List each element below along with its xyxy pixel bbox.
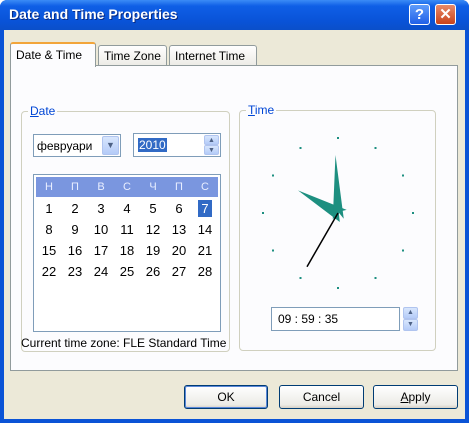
calendar-day[interactable]: 24 xyxy=(88,262,114,282)
calendar-day[interactable]: 18 xyxy=(114,241,140,261)
calendar-day[interactable]: 16 xyxy=(62,241,88,261)
weekday-label: В xyxy=(97,181,105,193)
calendar-day[interactable]: 9 xyxy=(62,220,88,240)
calendar-day[interactable]: 4 xyxy=(114,199,140,219)
current-timezone: Current time zone: FLE Standard Time xyxy=(21,336,227,350)
time-group: Time 09 : 59 : 35 ▲ ▼ xyxy=(239,103,436,351)
calendar-day[interactable]: 26 xyxy=(140,262,166,282)
ok-button[interactable]: OK xyxy=(184,385,268,409)
tab-panel: Date февруари ▼ 2010 ▲ ▼ НПВСЧПС 1234567… xyxy=(10,65,458,371)
calendar-day[interactable]: 17 xyxy=(88,241,114,261)
weekday-label: С xyxy=(201,181,209,193)
calendar-day[interactable]: 25 xyxy=(114,262,140,282)
tab-internet-time[interactable]: Internet Time xyxy=(169,45,257,66)
clock-tick xyxy=(299,277,302,279)
weekday-label: Ч xyxy=(149,181,157,193)
clock-tick xyxy=(374,277,377,279)
clock-tick xyxy=(272,174,274,177)
chevron-down-icon[interactable]: ▼ xyxy=(102,136,119,155)
spin-down-icon[interactable]: ▼ xyxy=(204,145,219,155)
help-button[interactable]: ? xyxy=(409,4,430,25)
calendar-day[interactable]: 23 xyxy=(62,262,88,282)
month-value: февруари xyxy=(37,139,93,153)
calendar-day[interactable]: 12 xyxy=(140,220,166,240)
dialog-body: Date & Time Time Zone Internet Time Date… xyxy=(4,30,465,419)
date-group: Date февруари ▼ 2010 ▲ ▼ НПВСЧПС 1234567… xyxy=(21,104,230,352)
clock-tick xyxy=(337,287,339,289)
analog-clock xyxy=(262,137,414,289)
calendar-day[interactable]: 19 xyxy=(140,241,166,261)
clock-tick xyxy=(412,212,414,214)
time-spin-up-icon[interactable]: ▲ xyxy=(403,307,418,319)
clock-tick xyxy=(337,137,339,139)
calendar-day[interactable]: 14 xyxy=(192,220,218,240)
minute-hand xyxy=(332,155,344,220)
calendar-day[interactable]: 20 xyxy=(166,241,192,261)
clock-tick xyxy=(374,147,377,149)
time-spinner[interactable]: 09 : 59 : 35 xyxy=(271,307,400,331)
dialog-window: Date and Time Properties ? ✕ Date & Time… xyxy=(0,0,469,423)
close-button[interactable]: ✕ xyxy=(435,4,456,25)
clock-tick xyxy=(402,174,404,177)
calendar-day[interactable]: 2 xyxy=(62,199,88,219)
calendar-weekday-header: НПВСЧПС xyxy=(36,177,218,197)
clock-tick xyxy=(262,212,264,214)
weekday-label: П xyxy=(175,181,183,193)
month-dropdown[interactable]: февруари ▼ xyxy=(33,134,121,157)
calendar-day[interactable]: 3 xyxy=(88,199,114,219)
weekday-label: Н xyxy=(45,181,53,193)
year-value: 2010 xyxy=(138,138,167,152)
time-value: 09 : 59 : 35 xyxy=(278,312,339,326)
time-spin-down-icon[interactable]: ▼ xyxy=(403,319,418,331)
clock-tick xyxy=(402,249,404,252)
date-group-label: Date xyxy=(28,104,58,118)
calendar-day[interactable]: 27 xyxy=(166,262,192,282)
apply-button[interactable]: Apply xyxy=(373,385,458,409)
weekday-label: С xyxy=(123,181,131,193)
tab-date-time[interactable]: Date & Time xyxy=(10,42,96,67)
calendar-day[interactable]: 11 xyxy=(114,220,140,240)
spin-up-icon[interactable]: ▲ xyxy=(204,135,219,145)
clock-tick xyxy=(272,249,274,252)
calendar-day[interactable]: 28 xyxy=(192,262,218,282)
calendar-day[interactable]: 13 xyxy=(166,220,192,240)
calendar-day[interactable]: 10 xyxy=(88,220,114,240)
calendar-day[interactable]: 1 xyxy=(36,199,62,219)
calendar-day[interactable]: 5 xyxy=(140,199,166,219)
time-group-label: Time xyxy=(246,103,277,117)
title-bar[interactable]: Date and Time Properties ? ✕ xyxy=(0,0,469,30)
clock-tick xyxy=(299,147,302,149)
tab-time-zone[interactable]: Time Zone xyxy=(98,45,167,66)
cancel-button[interactable]: Cancel xyxy=(279,385,364,409)
calendar-day[interactable]: 15 xyxy=(36,241,62,261)
calendar-day[interactable]: 22 xyxy=(36,262,62,282)
calendar-day[interactable]: 8 xyxy=(36,220,62,240)
calendar-day[interactable]: 21 xyxy=(192,241,218,261)
window-title: Date and Time Properties xyxy=(9,6,178,22)
second-hand xyxy=(306,212,339,268)
year-spinner[interactable]: 2010 ▲ ▼ xyxy=(133,133,221,157)
weekday-label: П xyxy=(71,181,79,193)
calendar-day[interactable]: 6 xyxy=(166,199,192,219)
calendar: НПВСЧПС 1 2 3 4 5 6 7 8 9 10 11 12 13 14 15 16 17 18 19 20 2… xyxy=(33,174,221,332)
calendar-day[interactable]: 7 xyxy=(192,199,218,219)
